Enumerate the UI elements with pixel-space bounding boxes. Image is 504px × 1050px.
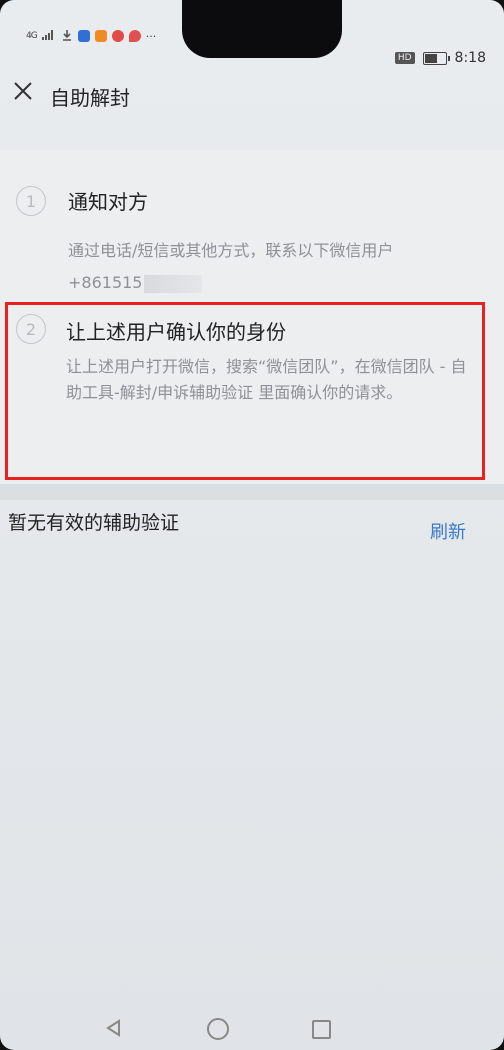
- step-1-number: 1: [16, 186, 46, 216]
- app-header: 自助解封: [0, 74, 504, 120]
- redacted-phone-digits: [144, 274, 203, 293]
- battery-icon: [422, 51, 450, 65]
- clock: 8:18: [454, 50, 486, 66]
- highlight-annotation-box: [5, 302, 485, 480]
- page-title: 自助解封: [50, 86, 130, 110]
- verification-status-text: 暂无有效的辅助验证: [8, 512, 180, 534]
- home-icon[interactable]: [207, 1018, 229, 1040]
- step-1-desc-line1: 通过电话/短信或其他方式，联系以下微信用户: [68, 241, 394, 260]
- signal-icon: [41, 29, 56, 43]
- app-video-icon: [111, 30, 124, 42]
- hd-badge: HD: [394, 52, 415, 64]
- status-bar-left: 4G ···: [26, 24, 156, 48]
- step-1-phone-number: +861515: [68, 273, 143, 292]
- section-divider: [0, 484, 504, 500]
- step-1-description: 通过电话/短信或其他方式，联系以下微信用户 +861515: [68, 238, 488, 296]
- app-play-icon: [94, 30, 107, 42]
- step-1-title: 通知对方: [68, 190, 148, 214]
- close-icon[interactable]: [12, 80, 34, 102]
- status-bar-right: HD 8:18: [394, 50, 486, 66]
- recent-apps-icon[interactable]: [312, 1020, 331, 1039]
- phone-screen: 4G ··· HD 8:18 自助解封 1 通知对方 通过电话/短信或其他方式，…: [0, 0, 504, 1050]
- system-nav-bar: [0, 1000, 504, 1050]
- back-icon[interactable]: [104, 1018, 124, 1042]
- camera-notch: [182, 0, 342, 58]
- download-icon: [61, 29, 73, 44]
- verification-status-row: 暂无有效的辅助验证 刷新: [0, 500, 504, 560]
- location-icon: [128, 30, 141, 42]
- more-notifications-icon: ···: [145, 29, 157, 43]
- app-shield-icon: [77, 30, 90, 42]
- refresh-button[interactable]: 刷新: [430, 518, 466, 544]
- step-1-phone: +861515: [68, 270, 488, 296]
- network-indicator: 4G: [26, 31, 38, 41]
